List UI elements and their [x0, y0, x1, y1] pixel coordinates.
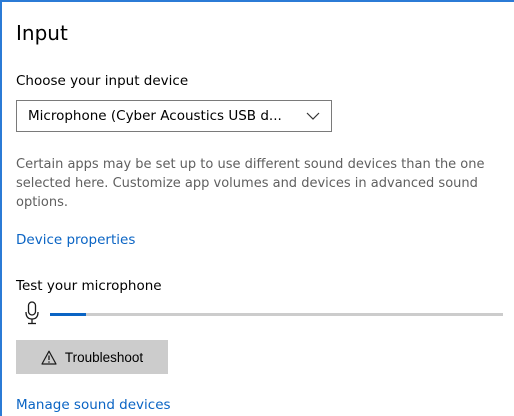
test-microphone-label: Test your microphone — [16, 278, 162, 294]
input-device-dropdown[interactable]: Microphone (Cyber Acoustics USB d... — [16, 100, 332, 132]
microphone-level-fill — [50, 313, 87, 316]
device-properties-link[interactable]: Device properties — [16, 232, 135, 248]
manage-sound-devices-link[interactable]: Manage sound devices — [16, 397, 171, 413]
input-device-description: Certain apps may be set up to use differ… — [16, 157, 485, 210]
troubleshoot-label: Troubleshoot — [64, 349, 144, 365]
input-device-dropdown-value: Microphone (Cyber Acoustics USB d... — [28, 108, 282, 124]
choose-input-device-label: Choose your input device — [16, 73, 189, 89]
warning-icon — [41, 350, 57, 365]
troubleshoot-button[interactable]: Troubleshoot — [16, 340, 168, 374]
microphone-level-meter — [50, 313, 503, 316]
chevron-down-icon — [306, 112, 320, 120]
page-title: Input — [16, 21, 68, 45]
microphone-icon — [25, 301, 39, 325]
